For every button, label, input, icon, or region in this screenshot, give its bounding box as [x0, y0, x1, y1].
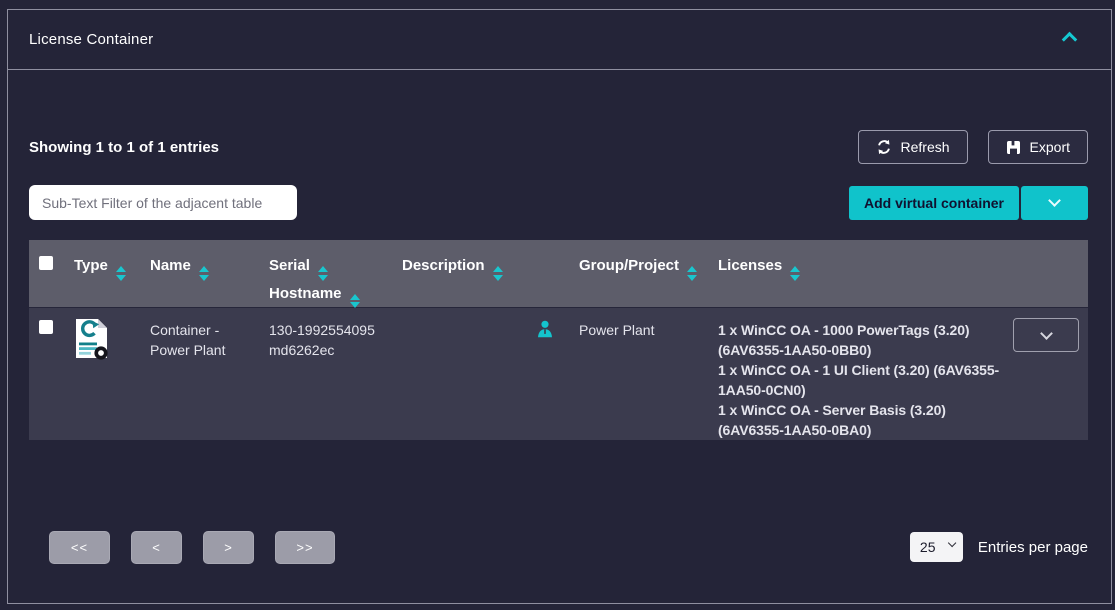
row-expand-button[interactable]: [1013, 318, 1079, 352]
panel-header: License Container: [8, 10, 1111, 70]
sort-group-project-control[interactable]: [687, 266, 697, 281]
pagination-buttons: << < > >>: [29, 531, 335, 564]
license-container-table: Type Name Serial Hostname Description Gr…: [29, 240, 1088, 440]
refresh-button[interactable]: Refresh: [858, 130, 968, 164]
hostname-value: md6262ec: [269, 340, 402, 360]
select-all-checkbox[interactable]: [39, 256, 53, 270]
next-page-button[interactable]: >: [203, 531, 254, 564]
chevron-up-icon: [1062, 32, 1078, 48]
sort-licenses-control[interactable]: [790, 266, 800, 281]
meta-row: Showing 1 to 1 of 1 entries Refresh: [29, 130, 1088, 164]
type-cell: [74, 308, 150, 440]
row-select-checkbox[interactable]: [39, 320, 53, 334]
column-header-type: Type: [74, 240, 150, 308]
pagination-row: << < > >> 25 Entries per page: [29, 530, 1088, 564]
previous-page-button[interactable]: <: [131, 531, 182, 564]
entries-per-page-select[interactable]: 25: [910, 532, 963, 562]
refresh-icon: [876, 139, 892, 155]
panel-content: Showing 1 to 1 of 1 entries Refresh: [8, 70, 1111, 603]
group-project-cell: Power Plant: [579, 308, 718, 440]
save-icon: [1006, 140, 1021, 155]
sort-name-control[interactable]: [199, 266, 209, 281]
column-header-group-project: Group/Project: [579, 240, 718, 308]
entries-per-page-group: 25 Entries per page: [910, 532, 1088, 562]
name-cell: Container - Power Plant: [150, 308, 269, 440]
sort-type-control[interactable]: [116, 266, 126, 281]
add-virtual-container-button[interactable]: Add virtual container: [849, 186, 1019, 220]
table-row: Container - Power Plant 130-1992554095 m…: [29, 307, 1088, 440]
license-item: 1 x WinCC OA - 1 UI Client (3.20) (6AV63…: [718, 360, 1009, 400]
column-header-name: Name: [150, 240, 269, 308]
filter-row: Add virtual container: [29, 185, 1088, 220]
column-header-licenses: Licenses: [718, 240, 1013, 308]
sort-description-control[interactable]: [493, 266, 503, 281]
sort-hostname-control[interactable]: [350, 294, 360, 309]
column-header-description: Description: [402, 240, 579, 308]
table-filter-input[interactable]: [29, 185, 297, 220]
add-container-group: Add virtual container: [849, 186, 1088, 220]
export-button[interactable]: Export: [988, 130, 1088, 164]
description-cell: [402, 308, 579, 440]
showing-entries-text: Showing 1 to 1 of 1 entries: [29, 139, 219, 156]
collapse-panel-button[interactable]: [1060, 30, 1079, 49]
page-title: License Container: [29, 31, 153, 48]
serial-hostname-cell: 130-1992554095 md6262ec: [269, 308, 402, 440]
chevron-down-icon: [1048, 194, 1061, 207]
licenses-cell: 1 x WinCC OA - 1000 PowerTags (3.20) (6A…: [718, 308, 1013, 440]
export-label: Export: [1030, 139, 1070, 155]
license-container-panel: License Container Showing 1 to 1 of 1 en…: [7, 9, 1112, 604]
entries-per-page-label: Entries per page: [978, 539, 1088, 556]
license-item: 1 x WinCC OA - Server Basis (3.20) (6AV6…: [718, 400, 1009, 440]
table-header-row: Type Name Serial Hostname Description Gr…: [29, 240, 1088, 307]
last-page-button[interactable]: >>: [275, 531, 335, 564]
chevron-down-icon: [1040, 327, 1053, 340]
refresh-label: Refresh: [901, 139, 950, 155]
sort-serial-control[interactable]: [318, 266, 328, 281]
table-actions: Refresh Export: [858, 130, 1089, 164]
serial-value: 130-1992554095: [269, 320, 402, 340]
column-header-serial-hostname: Serial Hostname: [269, 240, 402, 308]
container-document-icon: [74, 318, 110, 360]
add-container-menu-button[interactable]: [1021, 186, 1088, 220]
user-icon: [537, 320, 553, 338]
license-item: 1 x WinCC OA - 1000 PowerTags (3.20) (6A…: [718, 320, 1009, 360]
first-page-button[interactable]: <<: [49, 531, 110, 564]
